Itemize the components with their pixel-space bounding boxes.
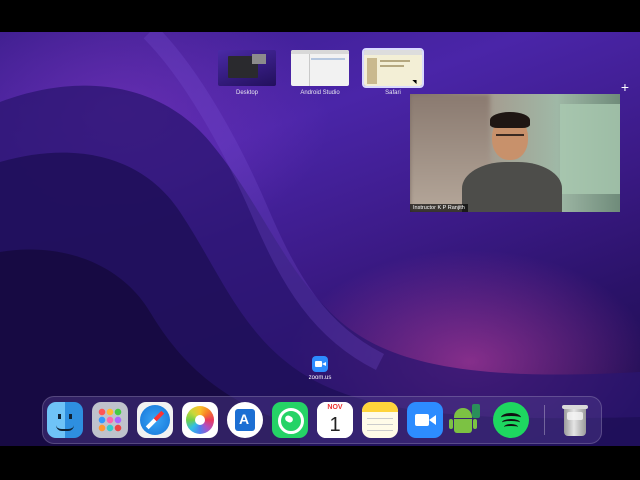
space-safari[interactable]: Safari — [362, 48, 424, 96]
zoom-desktop-icon[interactable]: zoom.us — [306, 356, 334, 381]
space-desktop[interactable]: Desktop — [216, 50, 278, 96]
android-icon[interactable] — [448, 402, 484, 438]
space-desktop-thumbnail — [218, 50, 276, 86]
zoom-icon — [312, 356, 328, 372]
whatsapp-icon[interactable] — [272, 402, 308, 438]
space-label: Android Studio — [300, 90, 340, 96]
zoom-video-window[interactable]: Instructor K P Ranjith — [410, 94, 620, 212]
space-label: Desktop — [235, 90, 258, 96]
calendar-day: 1 — [317, 413, 353, 438]
calendar-icon[interactable]: NOV 1 — [317, 402, 353, 438]
xcode-icon[interactable]: A — [227, 402, 263, 438]
spotify-icon[interactable] — [493, 402, 529, 438]
space-safari-thumbnail — [362, 48, 424, 88]
dock: A NOV 1 — [42, 396, 602, 444]
participant-body — [462, 162, 562, 212]
launchpad-icon[interactable] — [92, 402, 128, 438]
add-space-button[interactable]: + — [618, 80, 632, 94]
dock-separator — [544, 405, 545, 435]
glasses — [496, 134, 524, 142]
safari-icon[interactable] — [137, 402, 173, 438]
zoom-icon[interactable] — [407, 402, 443, 438]
space-android-studio[interactable]: Android Studio — [289, 50, 351, 96]
participant-name: Instructor K P Ranjith — [410, 204, 468, 212]
space-android-studio-thumbnail — [291, 50, 349, 86]
zoom-desktop-label: zoom.us — [308, 375, 332, 381]
photos-icon[interactable] — [182, 402, 218, 438]
trash-icon[interactable] — [557, 402, 593, 438]
desktop: Desktop Android Studio Safari + Instruct… — [0, 32, 640, 446]
calendar-month: NOV — [317, 402, 353, 413]
notes-icon[interactable] — [362, 402, 398, 438]
finder-icon[interactable] — [47, 402, 83, 438]
